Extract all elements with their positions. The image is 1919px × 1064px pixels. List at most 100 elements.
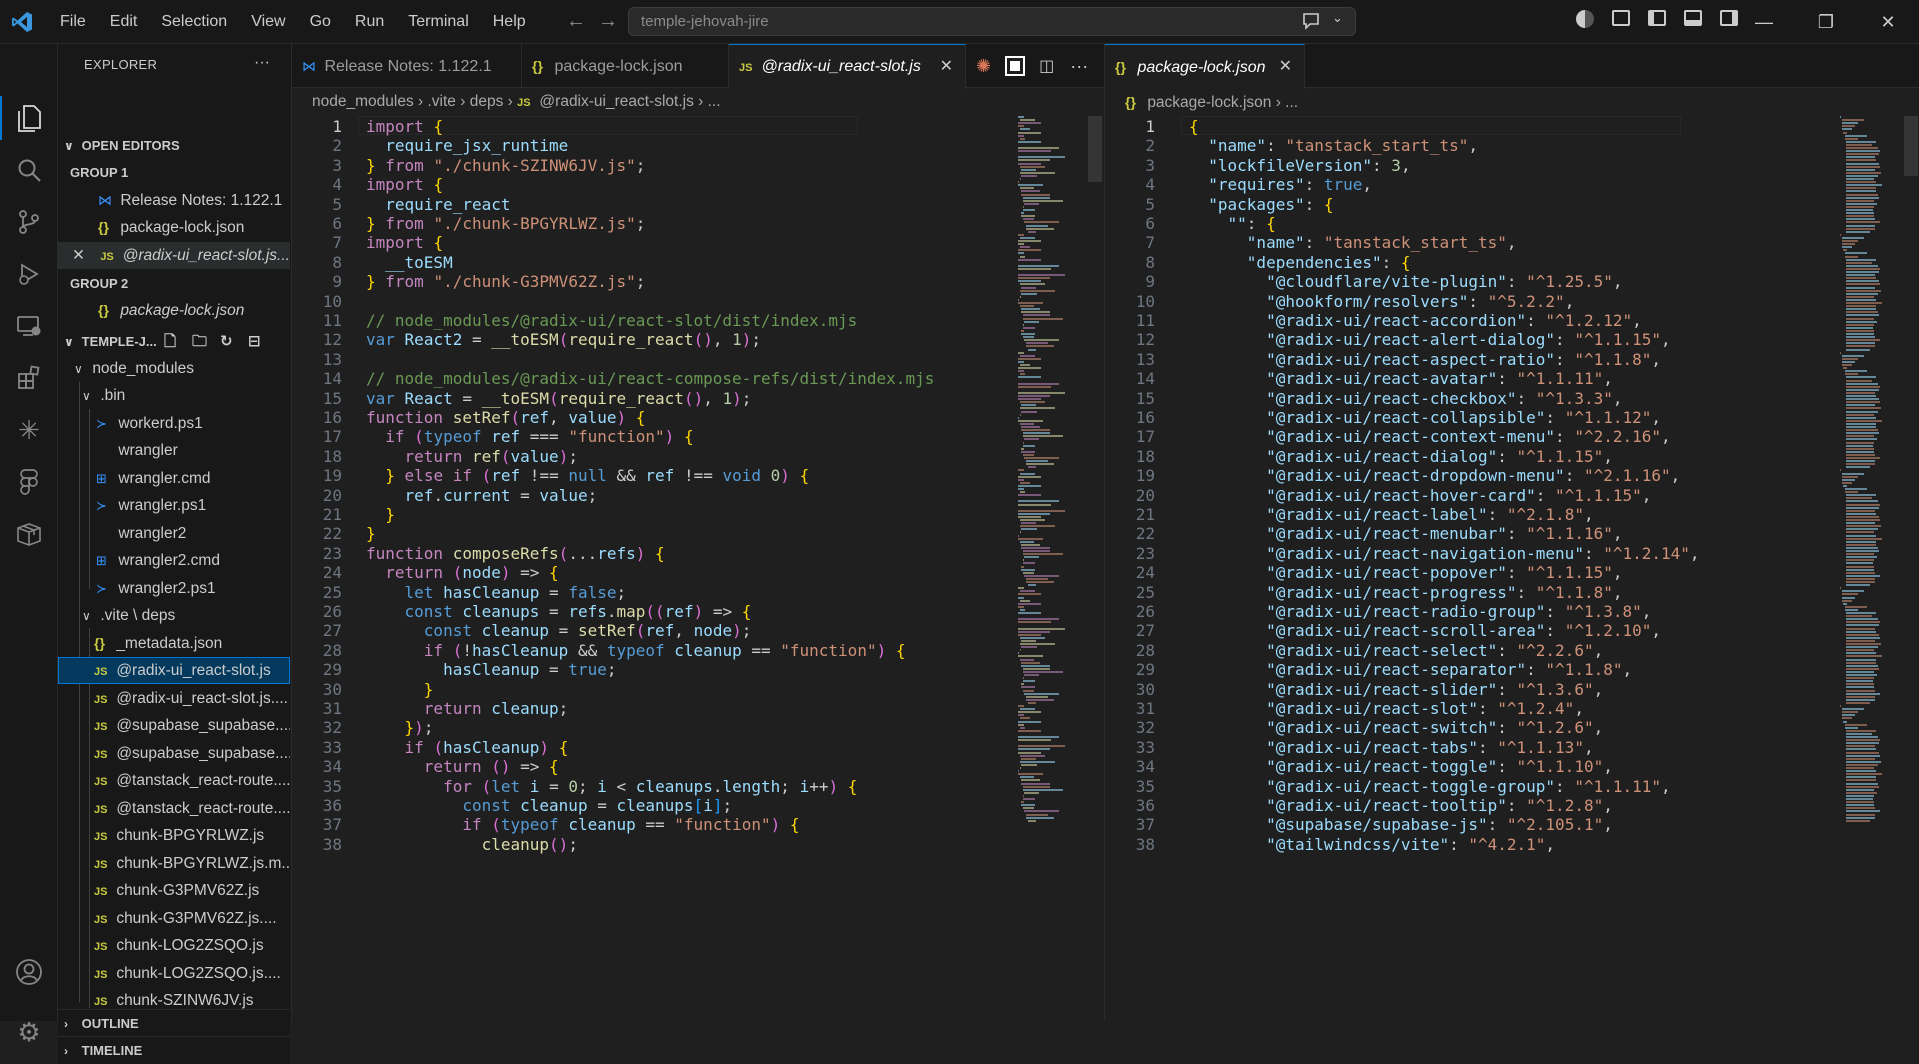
breadcrumb-item[interactable]: ... <box>1285 94 1298 111</box>
tree-item-file[interactable]: wrangler <box>58 437 290 464</box>
tree-item-file[interactable]: JS @tanstack_react-route.... <box>58 795 290 822</box>
search-icon[interactable] <box>13 154 45 186</box>
project-section[interactable]: ∨ TEMPLE-J... 🗋 🗀 ↻ ⊟ <box>58 328 290 355</box>
restore-icon[interactable]: ❐ <box>1795 0 1857 44</box>
new-file-icon[interactable]: 🗋 <box>164 328 176 355</box>
tree-item-file[interactable]: JS chunk-BPGYRLWZ.js.m... <box>58 850 290 877</box>
breadcrumb-item[interactable]: @radix-ui_react-slot.js <box>539 93 693 110</box>
tab-package-lock-g2[interactable]: {} package-lock.json ✕ <box>1105 44 1305 89</box>
outline-section[interactable]: › OUTLINE <box>58 1009 290 1037</box>
remote-explorer-icon[interactable] <box>13 310 45 342</box>
breadcrumb-item[interactable]: deps <box>470 93 504 110</box>
code-line: "lockfileVersion": 3, <box>1208 155 1411 175</box>
tree-item-file[interactable]: JS @tanstack_react-route.... <box>58 767 290 794</box>
menu-view[interactable]: View <box>239 13 297 31</box>
close-icon[interactable]: ✕ <box>1279 45 1292 89</box>
minimap-line <box>1843 131 1848 134</box>
close-icon[interactable]: ✕ <box>940 45 953 89</box>
open-editor-package-lock[interactable]: {} package-lock.json <box>58 214 290 241</box>
minimize-icon[interactable]: — <box>1733 0 1795 44</box>
tree-item-file[interactable]: JS chunk-BPGYRLWZ.js <box>58 822 290 849</box>
menu-go[interactable]: Go <box>298 13 343 31</box>
tree-item-file[interactable]: ≻ wrangler.ps1 <box>58 492 290 519</box>
figma-icon[interactable] <box>13 466 45 498</box>
timeline-section[interactable]: › TIMELINE <box>58 1036 290 1064</box>
tree-item-file[interactable]: JS @supabase_supabase.... <box>58 740 290 767</box>
new-folder-icon[interactable]: 🗀 <box>192 328 207 355</box>
minimap-line <box>1026 342 1049 345</box>
menu-run[interactable]: Run <box>343 13 396 31</box>
more-actions-icon[interactable]: ··· <box>254 54 270 72</box>
scrollbar-thumb[interactable] <box>1904 116 1918 176</box>
minimap[interactable] <box>1018 116 1098 1021</box>
line-number: 25 <box>1135 582 1155 602</box>
breadcrumb-item[interactable]: ... <box>708 93 721 110</box>
arrow-left-icon[interactable]: ← <box>566 10 586 33</box>
menu-terminal[interactable]: Terminal <box>396 13 480 31</box>
tree-item-file[interactable]: {} _metadata.json <box>58 630 290 657</box>
preview-icon[interactable] <box>1005 56 1026 76</box>
tree-item-file[interactable]: JS chunk-LOG2ZSQO.js.... <box>58 960 290 987</box>
tree-item-file[interactable]: JS @radix-ui_react-slot.js.... <box>58 685 290 712</box>
command-center-search[interactable]: temple-jehovah-jire <box>628 7 1356 36</box>
tree-item-node-modules[interactable]: ∨ node_modules <box>58 355 290 382</box>
tree-item-file[interactable]: ≻ workerd.ps1 <box>58 410 290 437</box>
run-debug-icon[interactable] <box>13 258 45 290</box>
refresh-icon[interactable]: ↻ <box>220 328 233 355</box>
tree-item-file[interactable]: ≻ wrangler2.ps1 <box>58 575 290 602</box>
tree-item-file[interactable]: JS chunk-LOG2ZSQO.js <box>58 932 290 959</box>
code-line: import { <box>366 117 444 136</box>
tree-item-file[interactable]: JS chunk-G3PMV62Z.js <box>58 877 290 904</box>
minimap-line <box>1846 630 1876 633</box>
tree-item-bin[interactable]: ∨ .bin <box>58 382 290 409</box>
claude-sparkle-icon[interactable]: ✺ <box>976 56 991 77</box>
menu-selection[interactable]: Selection <box>149 13 239 31</box>
tab-release-notes[interactable]: ⋈ Release Notes: 1.122.1 <box>292 44 522 88</box>
tree-item-vite-deps[interactable]: ∨ .vite \ deps <box>58 602 290 629</box>
tree-item-file[interactable]: JS @supabase_supabase.... <box>58 712 290 739</box>
breadcrumb-item[interactable]: .vite <box>427 93 455 110</box>
explorer-files-icon[interactable] <box>13 102 45 134</box>
js-file-icon: JS <box>94 969 108 981</box>
source-control-icon[interactable] <box>13 206 45 238</box>
minimap-line <box>1026 816 1054 819</box>
tab-radix-slot[interactable]: JS @radix-ui_react-slot.js ✕ <box>729 44 966 89</box>
scrollbar-thumb[interactable] <box>1088 116 1102 182</box>
open-editor-release-notes[interactable]: ⋈ Release Notes: 1.122.1 <box>58 187 290 214</box>
tree-item-file[interactable]: JS chunk-G3PMV62Z.js.... <box>58 905 290 932</box>
breadcrumb-item[interactable]: node_modules <box>312 93 414 110</box>
tab-package-lock[interactable]: {} package-lock.json <box>522 44 729 88</box>
toggle-primary-sidebar-icon[interactable] <box>1648 10 1666 26</box>
minimap-line <box>1021 801 1024 804</box>
account-icon[interactable] <box>13 956 45 988</box>
open-editors-section[interactable]: ∨ OPEN EDITORS <box>58 132 290 159</box>
toggle-panel-icon[interactable] <box>1684 10 1702 26</box>
split-editor-icon[interactable]: ◫ <box>1039 56 1054 77</box>
customize-layout-icon[interactable] <box>1612 10 1630 26</box>
minimap[interactable] <box>1840 116 1919 1021</box>
arrow-right-icon[interactable]: → <box>598 10 618 33</box>
menu-edit[interactable]: Edit <box>98 13 150 31</box>
copilot-chat-button[interactable]: ⌄ <box>1302 9 1348 33</box>
accounts-toggle-icon[interactable] <box>1576 10 1594 28</box>
minimap-line <box>1846 323 1875 326</box>
close-icon[interactable]: ✕ <box>1857 0 1919 44</box>
menu-help[interactable]: Help <box>481 13 538 31</box>
open-editor-radix-slot[interactable]: ✕ JS @radix-ui_react-slot.js... <box>58 242 290 269</box>
open-editor-package-lock-g2[interactable]: {} package-lock.json <box>58 297 290 324</box>
minimap-line <box>1846 376 1876 379</box>
minimap-line <box>1846 314 1880 317</box>
tree-item-file[interactable]: ⊞ wrangler2.cmd <box>58 547 290 574</box>
tree-item-file[interactable]: ⊞ wrangler.cmd <box>58 465 290 492</box>
package-box-icon[interactable] <box>13 518 45 550</box>
close-icon[interactable]: ✕ <box>72 242 96 269</box>
tree-item-file[interactable]: wrangler2 <box>58 520 290 547</box>
menu-file[interactable]: File <box>48 13 98 31</box>
breadcrumb-item[interactable]: package-lock.json <box>1147 94 1271 111</box>
claude-sparkle-icon[interactable]: ✳ <box>13 414 45 446</box>
more-actions-icon[interactable]: ··· <box>1070 56 1088 77</box>
extensions-icon[interactable] <box>13 362 45 394</box>
tree-item-file-selected[interactable]: JS @radix-ui_react-slot.js <box>58 657 290 684</box>
collapse-all-icon[interactable]: ⊟ <box>248 328 261 355</box>
minimap-line <box>1846 168 1876 171</box>
